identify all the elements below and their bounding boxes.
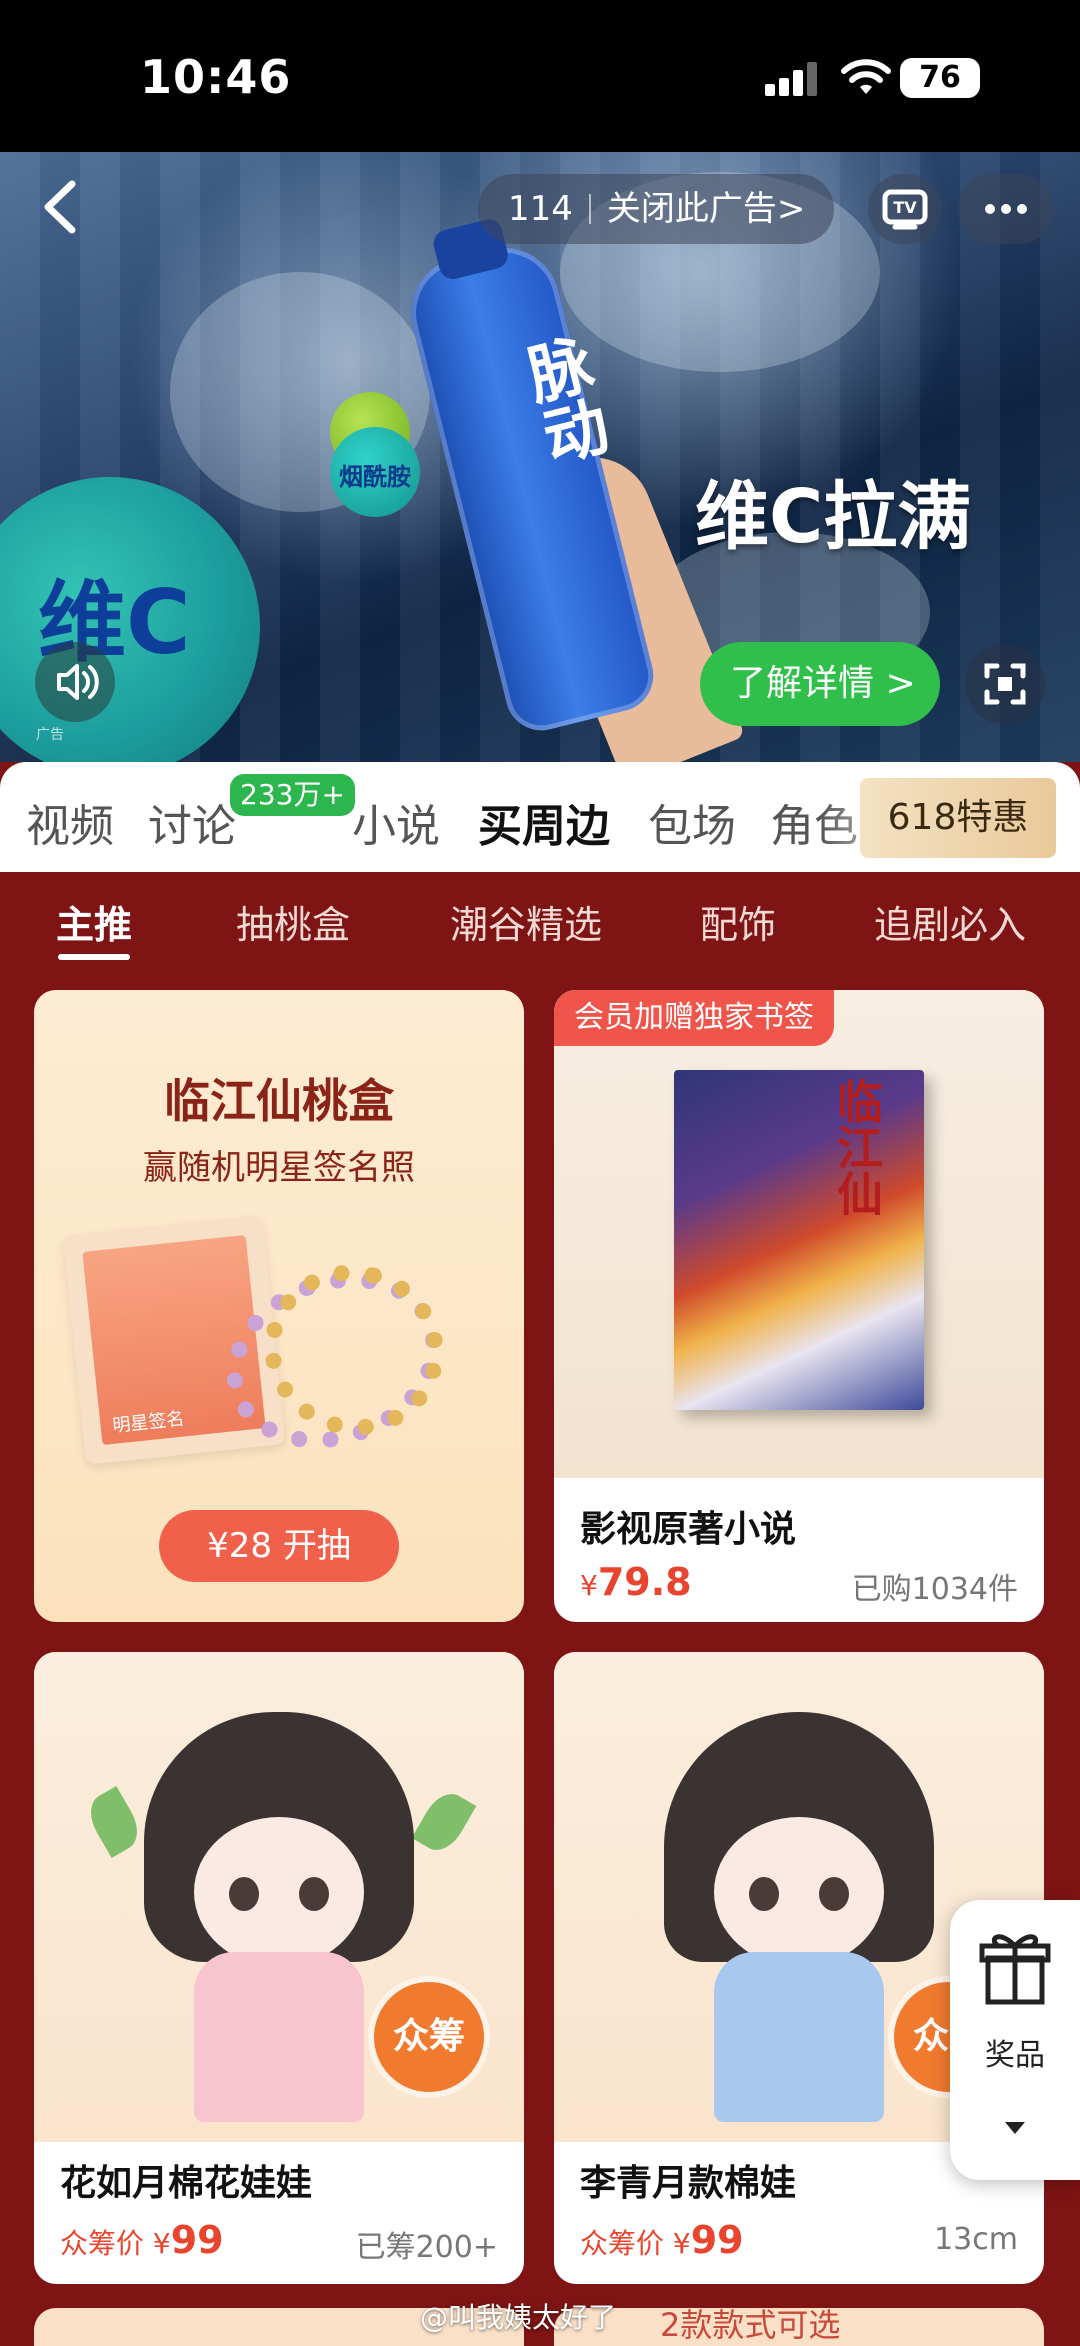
promo-618-button[interactable]: 618特惠 [860, 778, 1056, 858]
ad-detail-button[interactable]: 了解详情 > [700, 642, 940, 726]
more-dots-icon [985, 204, 1027, 214]
blindbox-subtitle: 赢随机明星签名照 [143, 1148, 415, 1188]
subtab-featured[interactable]: 主推 [56, 894, 132, 949]
watermark: @叫我姨太好了 [420, 2301, 617, 2334]
crowdfunding-badge: 众筹 [374, 1982, 484, 2092]
subtab-must-buy[interactable]: 追剧必入 [874, 894, 1026, 949]
ad-banner[interactable]: 烟酰胺 脉动 维C 维C拉满 114 关闭此广告> TV 广告 了解详情 > [0, 152, 1080, 762]
doll-body [714, 1952, 884, 2122]
svg-text:TV: TV [893, 198, 917, 217]
doll-eye [299, 1877, 329, 1911]
blindbox-title: 临江仙桃盒 [164, 1074, 394, 1128]
discussion-count-badge: 233万+ [230, 774, 355, 816]
sold-count: 已购1034件 [851, 1572, 1018, 1607]
product-card-novel[interactable]: 临江仙 会员加赠独家书签 影视原著小说 ¥79.8 已购1034件 [554, 990, 1044, 1622]
product-name: 影视原著小说 [580, 1509, 797, 1550]
subtab-blindbox[interactable]: 抽桃盒 [236, 894, 350, 949]
prize-label: 奖品 [985, 2038, 1045, 2073]
leaf-decoration [81, 1786, 147, 1858]
caret-down-icon [1005, 2122, 1025, 2134]
tv-icon: TV [882, 189, 928, 230]
book-cover-title: 临江仙 [830, 1078, 884, 1216]
ad-bottle-label: 脉动 [510, 329, 614, 472]
price-value: 99 [690, 2218, 744, 2262]
open-blindbox-button[interactable]: ¥28 开抽 [159, 1510, 399, 1582]
close-ad-button[interactable]: 114 关闭此广告> [478, 174, 834, 244]
doll-body [194, 1952, 364, 2122]
ad-countdown: 114 [508, 189, 573, 229]
tab-merch[interactable]: 买周边 [478, 790, 610, 854]
prize-float-button[interactable]: 奖品 [950, 1900, 1080, 2180]
ad-tag: 广告 [36, 727, 64, 743]
product-card-doll-1[interactable]: 众筹 花如月棉花娃娃 众筹价 ¥99 已筹200+ [34, 1652, 524, 2284]
ad-slogan: 维C拉满 [695, 474, 972, 560]
ad-small-ball-text: 烟酰胺 [339, 463, 411, 491]
price-symbol: ¥ [580, 1569, 598, 1602]
tv-cast-button[interactable]: TV [868, 174, 942, 244]
tab-novel[interactable]: 小说 [352, 790, 440, 854]
sub-tab-bar: 主推 抽桃盒 潮谷精选 配饰 追剧必入 [0, 872, 1080, 980]
novel-image: 临江仙 [554, 990, 1044, 1478]
status-time: 10:46 [140, 50, 292, 104]
leaf-decoration [411, 1786, 477, 1858]
price-prefix: 众筹价 ¥ [60, 2227, 171, 2260]
price-value: 99 [170, 2218, 224, 2262]
speaker-icon [57, 664, 99, 700]
doll-eye [749, 1877, 779, 1911]
price-prefix: 众筹价 ¥ [580, 2227, 691, 2260]
primary-tab-bar: 视频 讨论 233万+ 小说 买周边 包场 角色 618特惠 [0, 762, 1080, 872]
fullscreen-button[interactable] [965, 644, 1045, 724]
doll-eye [229, 1877, 259, 1911]
price-value: 79.8 [597, 1560, 692, 1604]
product-name: 花如月棉花娃娃 [60, 2163, 313, 2204]
wifi-icon [841, 59, 891, 94]
tab-video[interactable]: 视频 [26, 790, 114, 854]
subtab-accessories[interactable]: 配饰 [700, 894, 776, 949]
gift-icon [979, 1934, 1051, 2005]
product-price: ¥79.8 [580, 1560, 692, 1604]
subtab-active-indicator [58, 954, 130, 960]
signed-photo-label: 明星签名 [111, 1408, 186, 1437]
fullscreen-icon [984, 663, 1026, 705]
funded-count: 已筹200+ [355, 2230, 498, 2265]
member-gift-ribbon: 会员加赠独家书签 [554, 990, 834, 1046]
close-ad-label: 关闭此广告> [606, 189, 806, 229]
product-price: 众筹价 ¥99 [580, 2218, 744, 2262]
cellular-signal-icon [765, 62, 825, 96]
divider [588, 194, 591, 224]
tab-discussion[interactable]: 讨论 [148, 790, 236, 854]
subtab-trend-select[interactable]: 潮谷精选 [450, 894, 602, 949]
product-price: 众筹价 ¥99 [60, 2218, 224, 2262]
more-options-button[interactable] [958, 174, 1054, 244]
doll-face [194, 1817, 364, 1967]
book-cover: 临江仙 [674, 1070, 924, 1410]
product-card-blindbox[interactable]: 临江仙桃盒 赢随机明星签名照 明星签名 ¥28 开抽 [34, 990, 524, 1622]
status-bar: 10:46 76 [0, 0, 1080, 152]
doll-eye [819, 1877, 849, 1911]
tab-screening[interactable]: 包场 [648, 790, 736, 854]
sound-toggle-button[interactable] [35, 642, 115, 722]
battery-indicator: 76 [900, 58, 980, 98]
product-name: 李青月款棉娃 [580, 2163, 797, 2204]
back-arrow-icon[interactable] [32, 172, 92, 242]
doll-face [714, 1817, 884, 1967]
doll-size: 13cm [934, 2222, 1018, 2257]
style-options-label: 2款款式可选 [660, 2306, 841, 2344]
